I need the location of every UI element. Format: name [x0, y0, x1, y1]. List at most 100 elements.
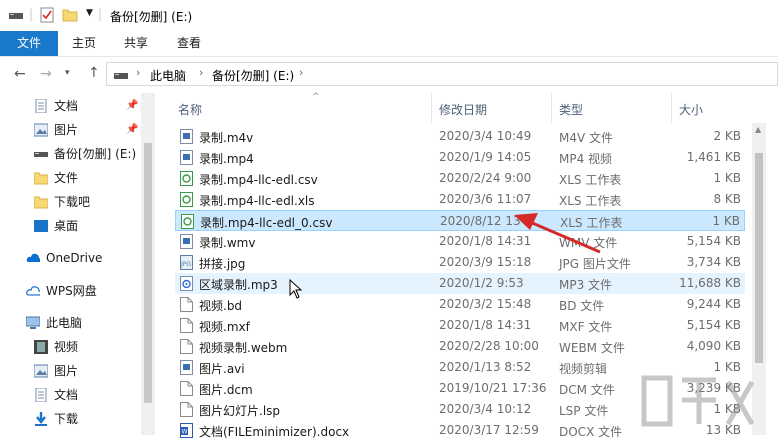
nav-item-documents-pc[interactable]: 文档	[34, 385, 134, 405]
file-name: 拼接.jpg	[199, 257, 246, 271]
file-type: XLS 工作表	[560, 216, 623, 230]
nav-item-folder-files[interactable]: 文件	[34, 168, 134, 188]
file-name: 图片幻灯片.lsp	[199, 404, 281, 418]
mouse-cursor-icon	[289, 279, 303, 299]
nav-label: 文档	[54, 388, 79, 402]
nav-item-this-pc[interactable]: 此电脑	[26, 313, 136, 333]
file-date: 2020/3/6 11:07	[439, 192, 532, 206]
nav-item-documents[interactable]: 文档	[34, 96, 134, 116]
recent-chevron-icon[interactable]: ▾	[65, 68, 70, 78]
breadcrumb-drive[interactable]: 备份[勿删] (E:)	[212, 67, 294, 84]
file-size: 2 KB	[713, 129, 741, 143]
tab-view[interactable]: 查看	[167, 31, 211, 56]
file-type: DCM 文件	[559, 383, 615, 397]
file-row[interactable]: 视频录制.webm 2020/2/28 10:00 WEBM 文件 4,090 KB	[175, 336, 745, 357]
sheet-file-icon	[180, 192, 193, 207]
file-name: 图片.avi	[199, 362, 245, 376]
blank-file-icon	[180, 318, 193, 333]
nav-item-downloads[interactable]: 下载	[34, 409, 134, 429]
file-row[interactable]: 录制.m4v 2020/3/4 10:49 M4V 文件 2 KB	[175, 126, 745, 147]
column-divider[interactable]	[671, 93, 672, 123]
column-header-date[interactable]: 修改日期	[439, 101, 487, 118]
tab-file[interactable]: 文件	[0, 31, 58, 56]
file-date: 2020/3/4 10:12	[439, 402, 532, 416]
file-date: 2020/2/28 10:00	[439, 339, 539, 353]
column-header-name[interactable]: 名称	[178, 101, 202, 118]
scroll-up-icon[interactable]: ▲	[755, 125, 761, 134]
file-type: JPG 图片文件	[559, 257, 631, 271]
nav-item-folder-downloadba[interactable]: 下载吧	[34, 192, 134, 212]
file-size: 9,244 KB	[686, 297, 741, 311]
file-list-scrollbar-thumb[interactable]	[755, 153, 763, 363]
properties-icon[interactable]	[40, 7, 54, 23]
separator: |	[98, 7, 103, 21]
file-name: 视频录制.webm	[199, 341, 288, 355]
file-size: 1,461 KB	[686, 150, 741, 164]
drive-icon	[9, 13, 23, 19]
column-divider[interactable]	[431, 93, 432, 123]
nav-label: 图片	[54, 364, 79, 378]
file-row[interactable]: 视频.bd 2020/3/2 15:48 BD 文件 9,244 KB	[175, 294, 745, 315]
nav-item-onedrive[interactable]: OneDrive	[26, 248, 136, 268]
file-type: XLS 工作表	[559, 173, 622, 187]
file-name: 录制.mp4-llc-edl.csv	[199, 173, 318, 187]
file-row[interactable]: 视频.mxf 2020/1/8 14:31 MXF 文件 5,154 KB	[175, 315, 745, 336]
file-row[interactable]: 录制.mp4-llc-edl.xls 2020/3/6 11:07 XLS 工作表 8…	[175, 189, 745, 210]
video-file-icon	[180, 360, 193, 375]
column-divider[interactable]	[551, 93, 552, 123]
file-name: 录制.mp4-llc-edl.xls	[199, 194, 315, 208]
file-date: 2020/1/8 14:31	[439, 318, 532, 332]
document-icon	[35, 388, 47, 402]
file-type: 视频剪辑	[559, 362, 608, 376]
svg-text:W: W	[182, 429, 188, 436]
column-header-size[interactable]: 大小	[679, 101, 703, 118]
breadcrumb-chevron-icon[interactable]: ›	[136, 66, 140, 79]
back-arrow-icon[interactable]: ←	[14, 66, 26, 82]
file-date: 2020/3/4 10:49	[439, 129, 532, 143]
chevron-down-icon[interactable]: ▼	[86, 8, 93, 18]
new-folder-icon[interactable]	[62, 7, 78, 23]
file-size: 11,688 KB	[679, 276, 741, 290]
tab-home[interactable]: 主页	[62, 31, 106, 56]
drive-icon	[114, 73, 128, 79]
nav-item-backup-drive[interactable]: 备份[勿删] (E:)	[34, 144, 144, 164]
file-row[interactable]: 区域录制.mp3 2020/1/2 9:53 MP3 文件 11,688 KB	[175, 273, 745, 294]
forward-arrow-icon[interactable]: →	[40, 66, 52, 82]
nav-item-wps-cloud[interactable]: WPS网盘	[26, 281, 136, 301]
address-bar[interactable]	[106, 62, 778, 86]
video-file-icon	[180, 150, 193, 165]
file-name: 视频.bd	[199, 299, 243, 313]
up-arrow-icon[interactable]: ↑	[88, 65, 100, 81]
pin-icon[interactable]: 📌	[126, 100, 138, 111]
folder-icon	[34, 172, 48, 185]
file-row[interactable]: 录制.mp4 2020/1/9 14:05 MP4 视频 1,461 KB	[175, 147, 745, 168]
video-icon	[34, 340, 48, 354]
window-title: 备份[勿删] (E:)	[110, 10, 193, 24]
nav-item-pictures[interactable]: 图片	[34, 120, 134, 140]
file-size: 1 KB	[712, 214, 740, 228]
file-name: 图片.dcm	[199, 383, 253, 397]
nav-item-pictures-pc[interactable]: 图片	[34, 361, 134, 381]
nav-scrollbar-thumb[interactable]	[144, 143, 152, 403]
column-header-type[interactable]: 类型	[559, 101, 583, 118]
breadcrumb-this-pc[interactable]: 此电脑	[150, 67, 186, 84]
file-row[interactable]: 录制.wmv 2020/1/8 14:31 WMV 文件 5,154 KB	[175, 231, 745, 252]
document-icon	[35, 99, 47, 113]
file-size: 5,154 KB	[686, 318, 741, 332]
file-name: 文档(FILEminimizer).docx	[199, 425, 350, 439]
file-row[interactable]: 录制.mp4-llc-edl_0.csv 2020/8/12 13 XLS 工作表 1…	[175, 210, 745, 231]
nav-item-videos[interactable]: 视频	[34, 337, 134, 357]
svg-text:JPG: JPG	[180, 261, 191, 268]
pin-icon[interactable]: 📌	[126, 124, 138, 135]
tab-share[interactable]: 共享	[114, 31, 158, 56]
file-row[interactable]: 录制.mp4-llc-edl.csv 2020/2/24 9:00 XLS 工作表 1…	[175, 168, 745, 189]
drive-icon	[34, 152, 48, 157]
nav-item-desktop[interactable]: 桌面	[34, 216, 134, 236]
nav-label: 下载吧	[54, 195, 91, 209]
breadcrumb-chevron-icon[interactable]: ›	[299, 66, 303, 79]
breadcrumb-chevron-icon[interactable]: ›	[199, 66, 203, 79]
file-row[interactable]: JPG 拼接.jpg 2020/3/9 15:18 JPG 图片文件 3,734 KB	[175, 252, 745, 273]
file-date: 2020/1/8 14:31	[439, 234, 532, 248]
video-file-icon	[180, 129, 193, 144]
folder-icon	[34, 196, 48, 209]
